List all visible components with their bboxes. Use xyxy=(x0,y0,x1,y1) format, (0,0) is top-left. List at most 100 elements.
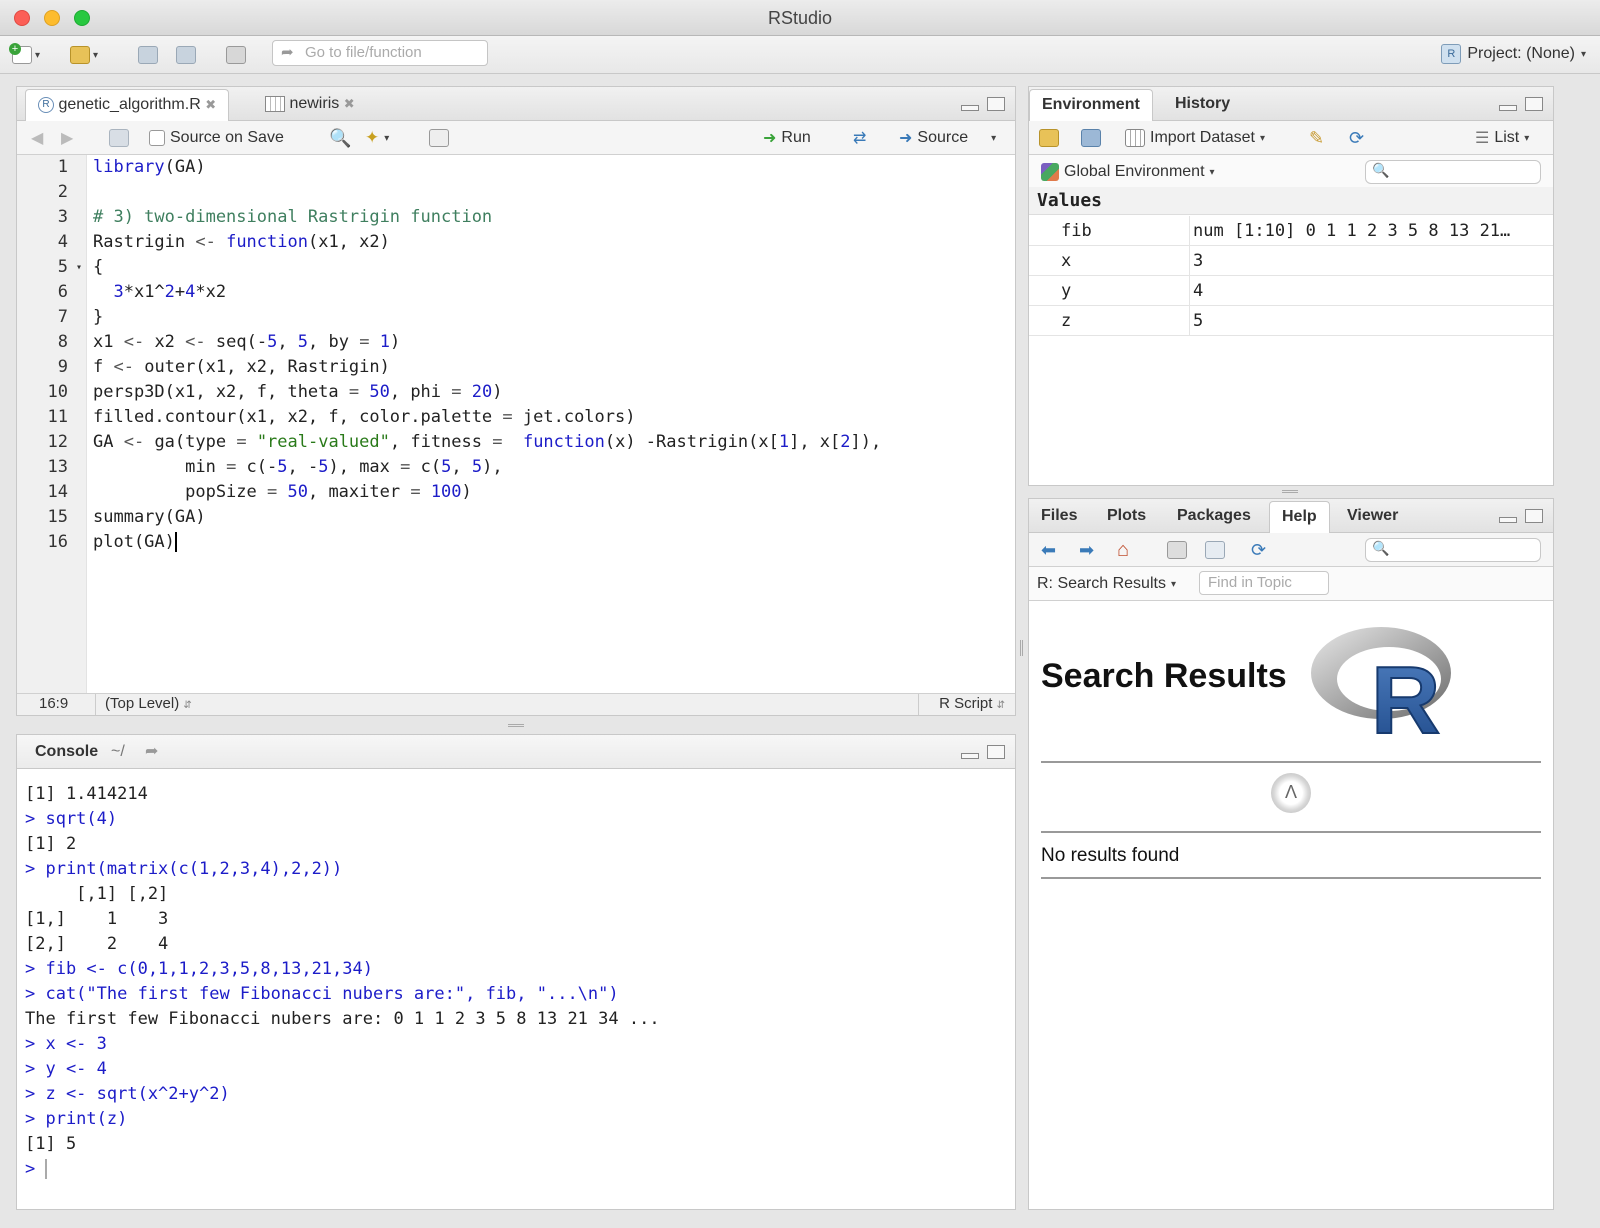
find-in-topic-input[interactable]: Find in Topic xyxy=(1199,571,1329,595)
code-line: GA <- ga(type = "real-valued", fitness =… xyxy=(93,432,882,452)
splitter-handle[interactable] xyxy=(508,724,524,727)
minimize-pane-button[interactable] xyxy=(1499,517,1517,523)
help-back-button[interactable]: ⬅ xyxy=(1041,540,1056,560)
notebook-icon xyxy=(429,129,449,147)
source-on-save-checkbox[interactable] xyxy=(149,130,165,146)
tab-files[interactable]: Files xyxy=(1029,501,1089,533)
print-button[interactable] xyxy=(226,44,246,66)
console-line: [1] 2 xyxy=(25,834,77,854)
splitter-handle[interactable] xyxy=(1282,490,1298,493)
help-print-button[interactable] xyxy=(1167,540,1187,560)
table-icon xyxy=(265,95,285,112)
close-tab-icon[interactable]: ✖ xyxy=(344,96,355,111)
search-icon: 🔍 xyxy=(1372,162,1390,178)
help-heading: Search Results xyxy=(1041,657,1287,695)
tab-plots[interactable]: Plots xyxy=(1095,501,1158,533)
tab-label: newiris xyxy=(289,95,340,112)
new-file-icon: + xyxy=(9,43,32,64)
close-tab-icon[interactable]: ✖ xyxy=(205,97,216,112)
window-titlebar: RStudio xyxy=(0,0,1600,36)
environment-toolbar: Import Dataset ▾ ✎ ⟳ ☰ List ▾ xyxy=(1029,121,1553,155)
tab-packages[interactable]: Packages xyxy=(1165,501,1263,533)
save-workspace-button[interactable] xyxy=(1081,128,1101,148)
line-number: 2 xyxy=(57,182,68,202)
splitter-handle[interactable] xyxy=(1020,640,1023,656)
save-button[interactable] xyxy=(138,44,158,66)
close-window-button[interactable] xyxy=(14,10,30,26)
line-number-gutter: 1 2 3 4 5 ▾ 6 7 8 9 10 11 12 13 14 15 16 xyxy=(17,155,87,693)
environment-row[interactable]: z5 xyxy=(1029,306,1553,336)
line-number: 9 xyxy=(57,357,68,377)
tab-viewer[interactable]: Viewer xyxy=(1335,501,1410,533)
find-replace-button[interactable]: 🔍 xyxy=(329,128,351,148)
view-mode-menu[interactable]: ☰ List ▾ xyxy=(1475,128,1529,148)
tab-environment[interactable]: Environment xyxy=(1029,89,1153,121)
help-home-button[interactable]: ⌂ xyxy=(1117,539,1129,561)
save-all-button[interactable] xyxy=(176,44,196,66)
refresh-button[interactable]: ⟳ xyxy=(1349,128,1364,148)
line-number: 6 xyxy=(57,282,68,302)
line-number: 11 xyxy=(47,407,68,427)
nav-back-button[interactable]: ◀ xyxy=(31,128,43,148)
line-number: 16 xyxy=(47,532,68,552)
environment-search-input[interactable]: 🔍 xyxy=(1365,160,1541,184)
file-type-selector[interactable]: R Script ⇵ xyxy=(939,695,1005,712)
minimize-window-button[interactable] xyxy=(44,10,60,26)
tab-help[interactable]: Help xyxy=(1269,501,1330,533)
minimize-pane-button[interactable] xyxy=(961,105,979,111)
environment-pane: Environment History Import Dataset ▾ ✎ ⟳ … xyxy=(1028,86,1554,486)
environment-row[interactable]: y4 xyxy=(1029,276,1553,306)
source-on-save-toggle[interactable]: Source on Save xyxy=(149,128,284,148)
source-button[interactable]: ➜ Source ▾ xyxy=(899,128,996,148)
scope-selector[interactable]: Global Environment ▾ xyxy=(1041,162,1215,182)
help-history-menu[interactable]: R: Search Results ▾ xyxy=(1037,574,1176,594)
go-to-file-input[interactable]: ➦ Go to file/function xyxy=(272,40,488,66)
run-button[interactable]: ➜ Run xyxy=(763,128,811,148)
editor-toolbar: ◀ ▶ Source on Save 🔍 ✦ ▾ ➜ Run ⇄ ➜ Source ▾ xyxy=(17,121,1015,155)
clear-workspace-button[interactable]: ✎ xyxy=(1309,128,1324,148)
save-all-icon xyxy=(176,46,196,64)
import-dataset-button[interactable]: Import Dataset ▾ xyxy=(1125,128,1265,148)
help-search-input[interactable]: 🔍 xyxy=(1365,538,1541,562)
zoom-window-button[interactable] xyxy=(74,10,90,26)
compile-report-button[interactable] xyxy=(429,128,449,148)
help-nav-bar: R: Search Results ▾ Find in Topic xyxy=(1029,567,1553,601)
maximize-pane-button[interactable] xyxy=(987,745,1005,759)
maximize-pane-button[interactable] xyxy=(1525,97,1543,111)
nav-forward-button[interactable]: ▶ xyxy=(61,128,73,148)
tab-history[interactable]: History xyxy=(1163,89,1242,121)
share-arrow-icon[interactable]: ➦ xyxy=(145,737,158,767)
open-file-button[interactable]: ▾ xyxy=(70,44,98,66)
save-file-button[interactable] xyxy=(109,128,129,148)
load-workspace-button[interactable] xyxy=(1039,128,1059,148)
magic-wand-icon: ✦ xyxy=(365,128,380,147)
help-popout-button[interactable] xyxy=(1205,540,1225,560)
project-menu[interactable]: R Project: (None) ▾ xyxy=(1441,44,1586,64)
spinner-icon: Λ xyxy=(1271,773,1311,813)
run-label: Run xyxy=(781,129,811,146)
environment-row[interactable]: x3 xyxy=(1029,246,1553,276)
console-prompt[interactable]: > xyxy=(25,1157,48,1182)
chevron-down-icon: ▾ xyxy=(1524,132,1530,144)
code-line: summary(GA) xyxy=(93,507,206,527)
help-forward-button[interactable]: ➡ xyxy=(1079,540,1094,560)
help-refresh-button[interactable]: ⟳ xyxy=(1251,540,1266,560)
minimize-pane-button[interactable] xyxy=(1499,105,1517,111)
maximize-pane-button[interactable] xyxy=(1525,509,1543,523)
scope-selector[interactable]: (Top Level) ⇵ xyxy=(105,695,192,712)
new-file-button[interactable]: + ▾ xyxy=(9,43,41,66)
minimize-pane-button[interactable] xyxy=(961,753,979,759)
chevron-down-icon: ▾ xyxy=(1209,166,1215,178)
console-output[interactable]: [1] 1.414214 > sqrt(4) [1] 2 > print(matrix… xyxy=(17,769,1015,1209)
rerun-button[interactable]: ⇄ xyxy=(853,128,866,148)
code-tools-button[interactable]: ✦ ▾ xyxy=(365,128,389,148)
tab-genetic-algorithm[interactable]: R genetic_algorithm.R ✖ xyxy=(25,89,230,121)
maximize-pane-button[interactable] xyxy=(987,97,1005,111)
console-line: > x <- 3 xyxy=(25,1034,107,1054)
code-editor[interactable]: library(GA) # 3) two-dimensional Rastrigi… xyxy=(93,155,1015,693)
print-icon xyxy=(1167,541,1187,559)
tab-newiris[interactable]: newiris ✖ xyxy=(253,89,367,121)
fold-chevron-icon[interactable]: ▾ xyxy=(76,255,82,280)
environment-row[interactable]: fib num [1:10] 0 1 1 2 3 5 8 13 21… xyxy=(1029,216,1553,246)
chevron-down-icon: ▾ xyxy=(35,49,41,61)
